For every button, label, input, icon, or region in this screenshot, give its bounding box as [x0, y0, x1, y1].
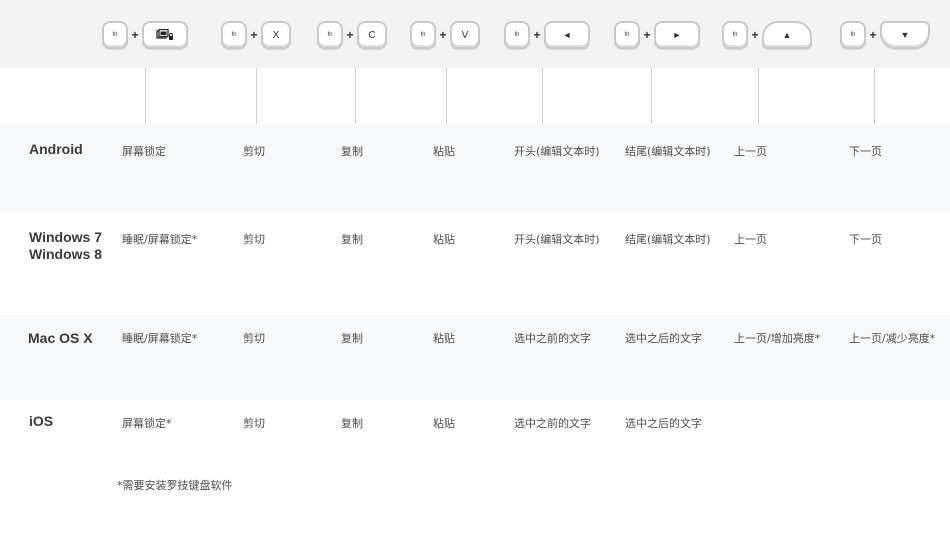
down-arrow-key: ▼ [880, 21, 930, 49]
v-key: V [450, 21, 480, 49]
table-cell: 睡眠/屏幕锁定* [122, 233, 198, 246]
table-cell: 复制 [341, 332, 363, 345]
plus-sign: + [131, 28, 139, 42]
lock-screen-icon [156, 29, 174, 41]
table-cell: 选中之后的文字 [625, 332, 702, 345]
fn-key: fn [221, 21, 247, 49]
table-cell: 选中之后的文字 [625, 417, 702, 430]
up-arrow-key: ▲ [762, 21, 812, 49]
column-divider [145, 68, 146, 124]
fn-key: fn [614, 21, 640, 49]
table-cell: 上一页/增加亮度* [734, 332, 821, 345]
combo-page-up: fn + ▲ [722, 19, 812, 51]
table-cell: 睡眠/屏幕锁定* [122, 332, 198, 345]
table-cell: 上一页/减少亮度* [849, 332, 936, 345]
plus-sign: + [869, 28, 877, 42]
table-cell: 下一页 [849, 145, 882, 158]
os-name: Windows 7 Windows 8 [29, 229, 102, 262]
table-cell: 复制 [341, 145, 363, 158]
table-cell: 选中之前的文字 [514, 332, 591, 345]
plus-sign: + [346, 28, 354, 42]
table-cell: 开头(编辑文本时) [514, 233, 600, 246]
table-cell: 结尾(编辑文本时) [625, 145, 711, 158]
table-cell: 粘贴 [433, 417, 455, 430]
plus-sign: + [751, 28, 759, 42]
table-cell: 开头(编辑文本时) [514, 145, 600, 158]
fn-key: fn [722, 21, 748, 49]
table-cell: 粘贴 [433, 145, 455, 158]
plus-sign: + [533, 28, 541, 42]
footnote: *需要安装罗技键盘软件 [117, 479, 233, 492]
table-cell: 下一页 [849, 233, 882, 246]
table-cell: 复制 [341, 233, 363, 246]
fn-key: fn [840, 21, 866, 49]
table-cell: 剪切 [243, 417, 265, 430]
plus-sign: + [643, 28, 651, 42]
table-cell: 结尾(编辑文本时) [625, 233, 711, 246]
table-cell: 复制 [341, 417, 363, 430]
column-divider [446, 68, 447, 124]
fn-key: fn [504, 21, 530, 49]
column-divider [256, 68, 257, 124]
column-divider [651, 68, 652, 124]
table-row-macos: Mac OS X 睡眠/屏幕锁定* 剪切 复制 粘贴 选中之前的文字 选中之后的… [0, 314, 950, 400]
c-key: C [357, 21, 387, 49]
left-arrow-key: ◄ [544, 21, 590, 49]
os-name: Android [29, 141, 83, 157]
table-cell: 剪切 [243, 145, 265, 158]
table-cell: 剪切 [243, 332, 265, 345]
combo-home: fn + ◄ [504, 19, 590, 51]
fn-key: fn [317, 21, 343, 49]
table-cell: 屏幕锁定* [122, 417, 172, 430]
combo-lock-screen: fn + [102, 19, 188, 51]
table-cell: 粘贴 [433, 332, 455, 345]
column-divider [542, 68, 543, 124]
combo-paste: fn + V [410, 19, 480, 51]
table-row-android: Android 屏幕锁定 剪切 复制 粘贴 开头(编辑文本时) 结尾(编辑文本时… [0, 125, 950, 211]
right-arrow-key: ► [654, 21, 700, 49]
plus-sign: + [250, 28, 258, 42]
plus-sign: + [439, 28, 447, 42]
table-cell: 剪切 [243, 233, 265, 246]
os-name: Mac OS X [28, 330, 93, 346]
combo-cut: fn + X [221, 19, 291, 51]
fn-key: fn [410, 21, 436, 49]
column-divider [355, 68, 356, 124]
table-cell: 上一页 [734, 233, 767, 246]
x-key: X [261, 21, 291, 49]
combo-copy: fn + C [317, 19, 387, 51]
fn-key: fn [102, 21, 128, 49]
table-cell: 上一页 [734, 145, 767, 158]
table-cell: 粘贴 [433, 233, 455, 246]
table-row-windows: Windows 7 Windows 8 睡眠/屏幕锁定* 剪切 复制 粘贴 开头… [0, 211, 950, 314]
column-divider [874, 68, 875, 124]
table-row-ios: iOS 屏幕锁定* 剪切 复制 粘贴 选中之前的文字 选中之后的文字 [0, 400, 950, 460]
os-name: iOS [29, 413, 54, 429]
combo-page-down: fn + ▼ [840, 19, 930, 51]
table-cell: 屏幕锁定 [122, 145, 166, 158]
combo-end: fn + ► [614, 19, 700, 51]
column-divider [758, 68, 759, 124]
lock-screen-key [142, 21, 188, 49]
table-cell: 选中之前的文字 [514, 417, 591, 430]
